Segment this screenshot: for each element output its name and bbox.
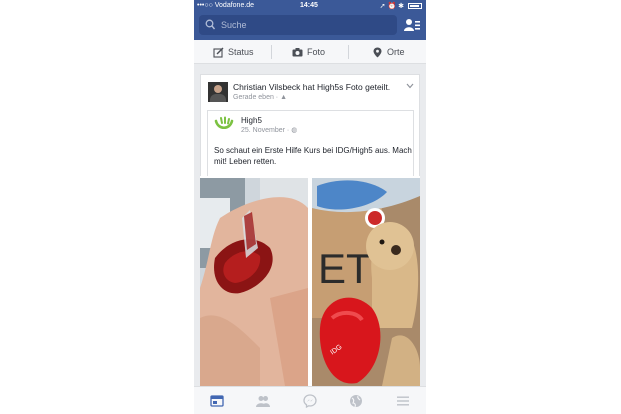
places-label: Orte bbox=[387, 47, 405, 57]
status-icons: ➚ ⏰ ✱ bbox=[380, 2, 422, 10]
camera-icon bbox=[292, 47, 303, 56]
chevron-down-icon[interactable] bbox=[406, 83, 414, 89]
search-input[interactable]: Suche bbox=[221, 20, 247, 30]
photo-label: Foto bbox=[307, 47, 326, 57]
photo-button[interactable]: Foto bbox=[292, 40, 325, 64]
battery-icon bbox=[408, 3, 422, 10]
status-button[interactable]: Status bbox=[213, 40, 254, 64]
status-label: Status bbox=[228, 47, 254, 57]
story-timestamp: Gerade eben · bbox=[233, 94, 281, 101]
messenger-icon[interactable] bbox=[303, 394, 317, 408]
notifications-globe-icon[interactable] bbox=[349, 394, 363, 408]
location-pin-icon bbox=[373, 47, 382, 57]
photo-grid: ET IDG bbox=[200, 176, 420, 386]
story-title[interactable]: Christian Vilsbeck hat High5s Foto getei… bbox=[233, 82, 390, 92]
photo-wound-hand[interactable] bbox=[200, 178, 308, 386]
clock: 14:45 bbox=[300, 2, 318, 9]
composer-actions: Status Foto Orte bbox=[194, 40, 426, 64]
divider bbox=[271, 45, 272, 59]
more-menu-icon[interactable] bbox=[396, 394, 410, 408]
photo-teddy-bear[interactable]: ET IDG bbox=[312, 178, 420, 386]
avatar[interactable] bbox=[208, 82, 228, 102]
phone-screen: •••○○ Vodafone.de 14:45 ➚ ⏰ ✱ Suche Stat… bbox=[194, 0, 426, 414]
divider bbox=[348, 45, 349, 59]
status-bar: •••○○ Vodafone.de 14:45 ➚ ⏰ ✱ bbox=[194, 0, 426, 13]
top-bar: •••○○ Vodafone.de 14:45 ➚ ⏰ ✱ Suche bbox=[194, 0, 426, 40]
search-icon bbox=[205, 19, 215, 30]
shared-page-name[interactable]: High5 bbox=[241, 116, 262, 125]
friends-list-icon[interactable] bbox=[404, 17, 420, 33]
friend-requests-icon[interactable] bbox=[256, 394, 270, 408]
shared-meta: 25. November · ◍ bbox=[241, 126, 297, 134]
bluetooth-icon: ✱ bbox=[398, 3, 405, 10]
bottom-tab-bar bbox=[194, 386, 426, 414]
location-icon: ➚ bbox=[379, 3, 386, 10]
alarm-icon: ⏰ bbox=[387, 3, 397, 10]
carrier-label: •••○○ Vodafone.de bbox=[197, 2, 255, 9]
audience-icon: ▲ bbox=[280, 94, 288, 101]
edit-icon bbox=[213, 47, 224, 58]
shared-date: 25. November · bbox=[241, 127, 292, 134]
places-button[interactable]: Orte bbox=[372, 40, 405, 64]
news-feed-icon[interactable] bbox=[210, 394, 224, 408]
shared-post[interactable]: High5 25. November · ◍ So schaut ein Ers… bbox=[207, 110, 414, 177]
high5-logo-icon bbox=[214, 116, 234, 130]
story-meta: Gerade eben · ▲ bbox=[233, 94, 287, 101]
search-bar[interactable]: Suche bbox=[199, 15, 397, 35]
shared-post-text: So schaut ein Erste Hilfe Kurs bei IDG/H… bbox=[214, 146, 412, 166]
globe-icon: ◍ bbox=[291, 127, 298, 134]
feed-story: Christian Vilsbeck hat High5s Foto getei… bbox=[200, 74, 420, 177]
svg-text:ET: ET bbox=[318, 245, 372, 292]
